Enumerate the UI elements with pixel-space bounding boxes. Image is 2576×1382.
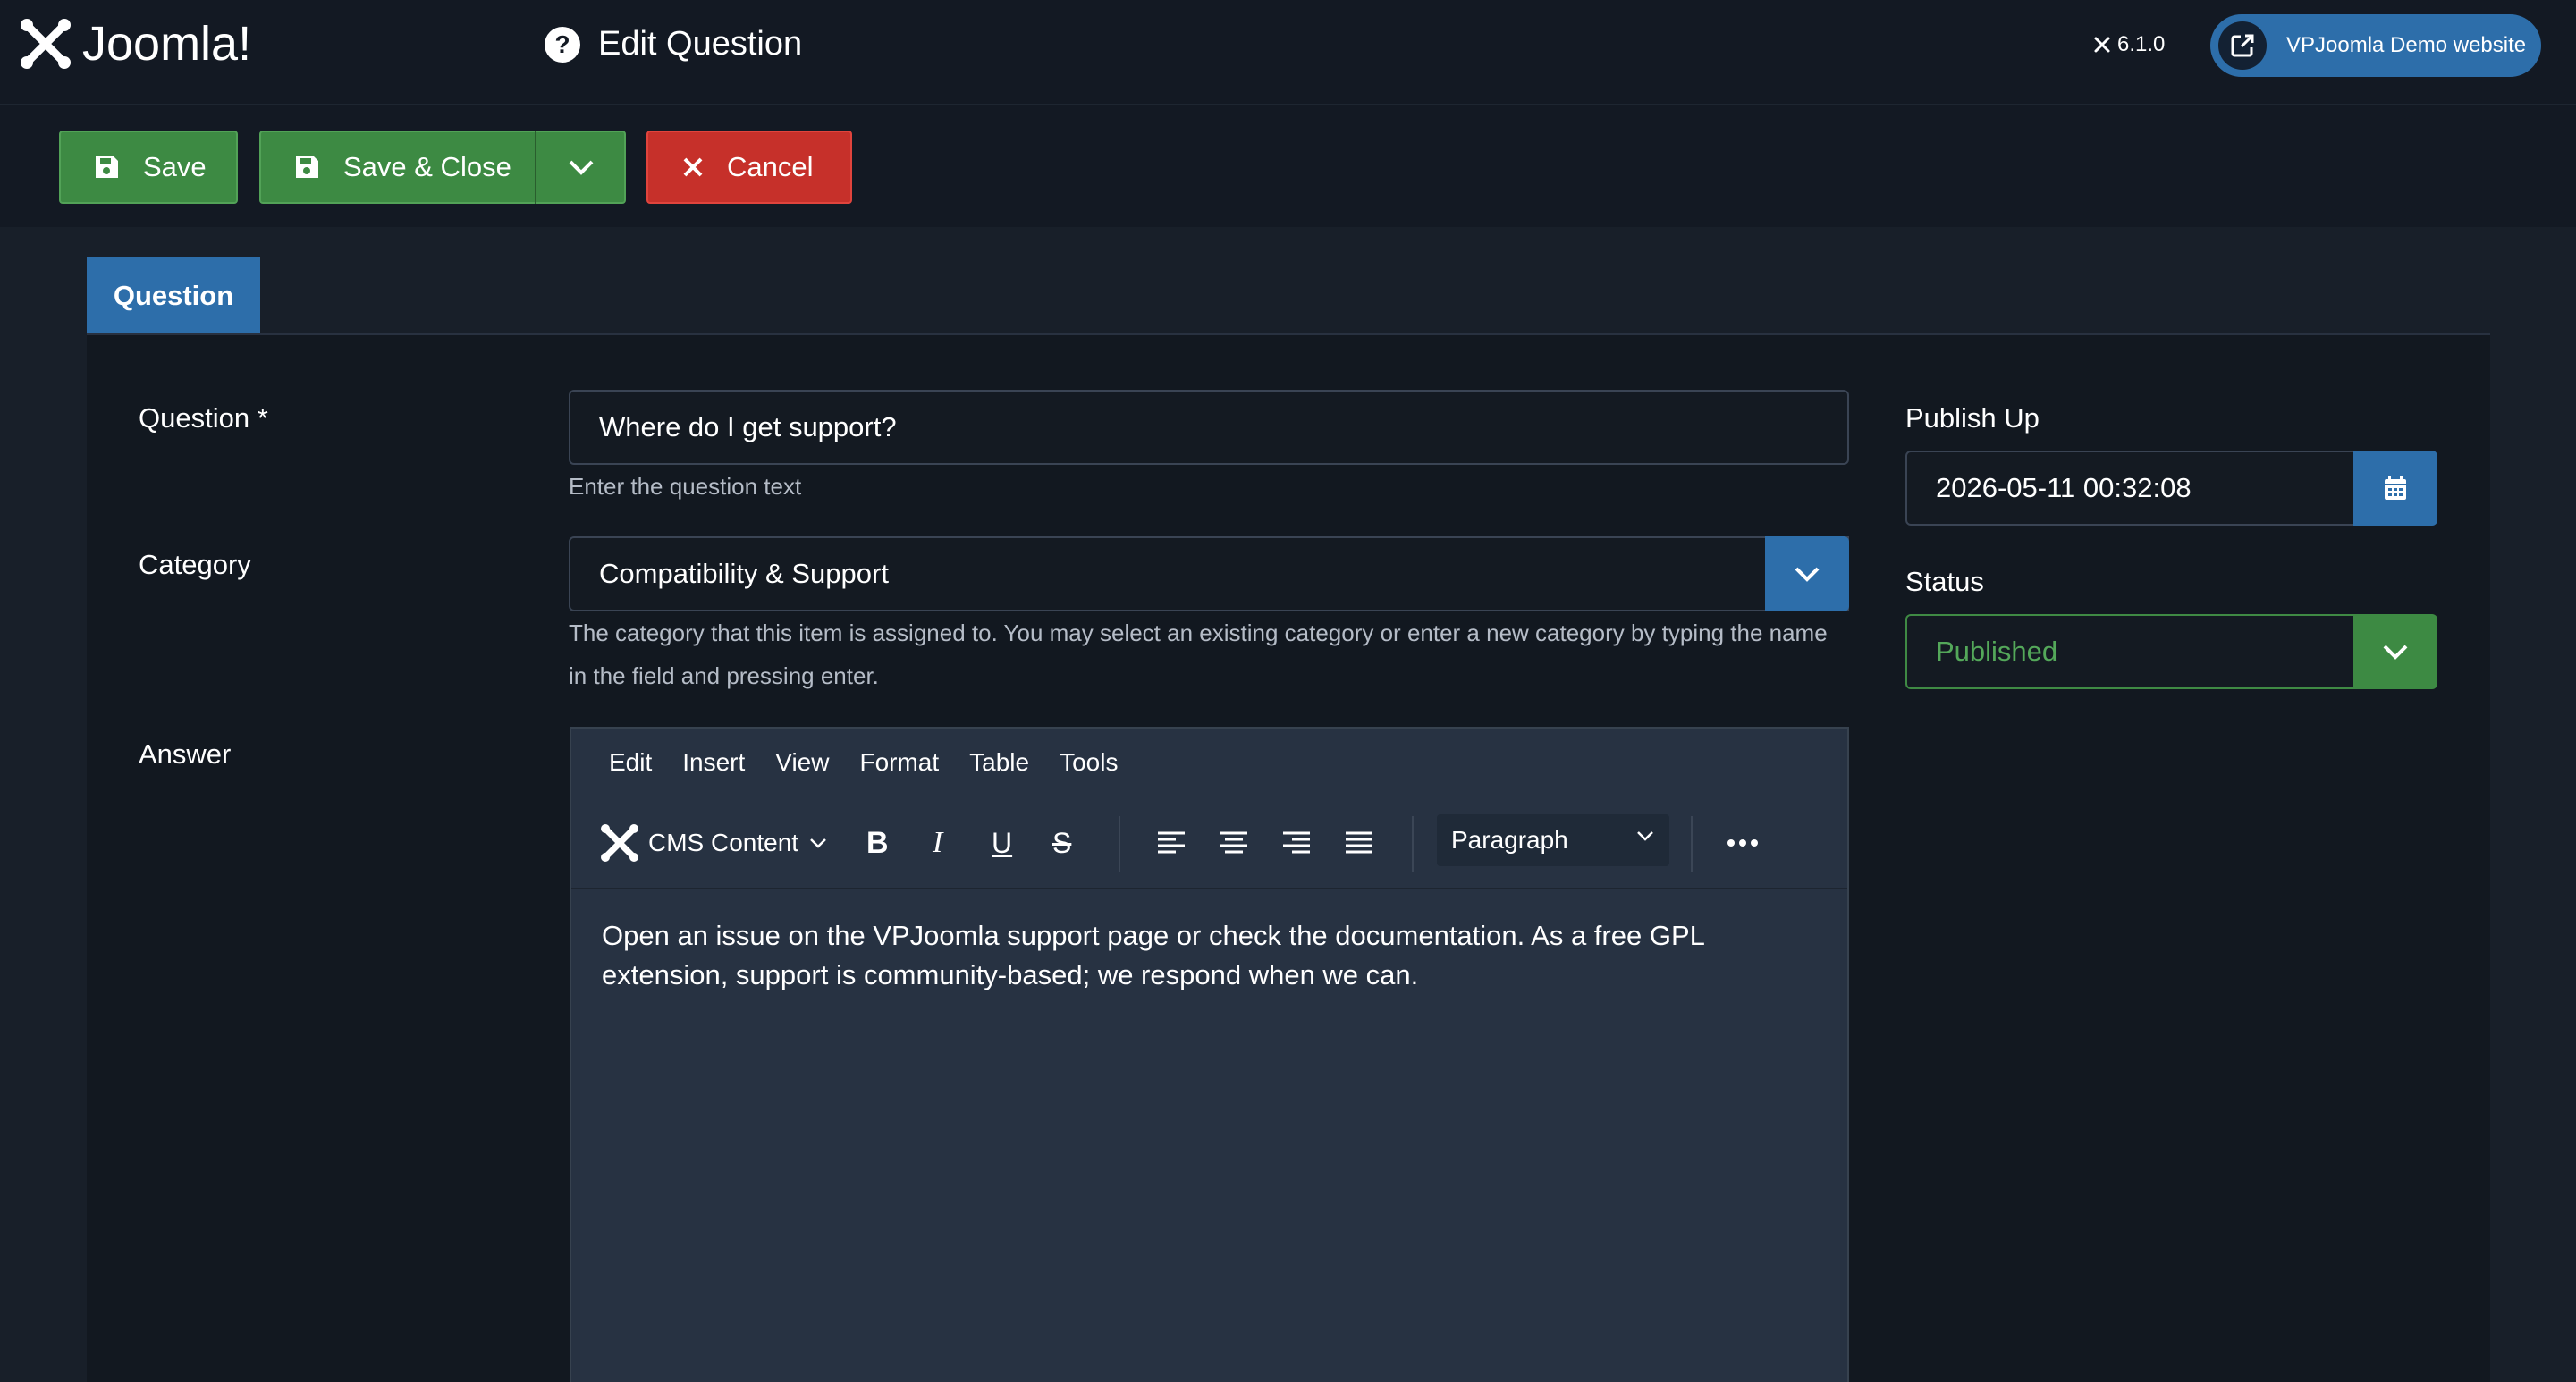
- page-title-area: ? Edit Question: [545, 25, 802, 63]
- tab-question[interactable]: Question: [87, 257, 260, 334]
- editor-menu-edit[interactable]: Edit: [609, 748, 652, 777]
- category-value: Compatibility & Support: [599, 558, 889, 589]
- cms-content-button[interactable]: CMS Content: [598, 796, 827, 889]
- align-right-button[interactable]: [1281, 796, 1312, 889]
- chevron-down-icon: [569, 160, 594, 175]
- align-right-icon: [1283, 831, 1310, 854]
- cms-content-label: CMS Content: [648, 829, 799, 856]
- category-label: Category: [139, 549, 251, 580]
- joomla-logo[interactable]: Joomla!: [18, 16, 251, 72]
- editor-menubar: Edit Insert View Format Table Tools: [571, 729, 1847, 796]
- strikethrough-button[interactable]: S: [1052, 796, 1071, 889]
- align-center-icon: [1220, 831, 1247, 854]
- align-center-button[interactable]: [1219, 796, 1249, 889]
- more-tools-button[interactable]: [1727, 796, 1759, 889]
- chevron-down-icon: [810, 838, 826, 848]
- version-text: 6.1.0: [2117, 32, 2166, 56]
- joomla-logo-icon: [21, 19, 71, 69]
- status-label: Status: [1905, 566, 1984, 597]
- italic-button[interactable]: I: [933, 796, 942, 889]
- chevron-down-icon: [1637, 831, 1653, 841]
- editor-menu-format[interactable]: Format: [859, 748, 939, 777]
- align-left-button[interactable]: [1156, 796, 1187, 889]
- save-icon: [93, 154, 120, 181]
- rich-text-editor: Edit Insert View Format Table Tools CMS …: [570, 727, 1849, 1382]
- bold-button[interactable]: B: [866, 796, 889, 889]
- editor-content-text: Open an issue on the VPJoomla support pa…: [602, 920, 1704, 990]
- toolbar-separator: [1412, 816, 1414, 872]
- category-hint: The category that this item is assigned …: [569, 619, 1828, 689]
- editor-content[interactable]: Open an issue on the VPJoomla support pa…: [602, 916, 1818, 995]
- toolbar-separator: [1119, 816, 1120, 872]
- save-options-toggle[interactable]: [536, 131, 626, 204]
- category-select[interactable]: Compatibility & Support: [569, 536, 1849, 611]
- top-header: Joomla! ? Edit Question 6.1.0 VPJoomla D…: [0, 0, 2576, 105]
- joomla-small-icon: [2094, 37, 2110, 53]
- status-value: Published: [1936, 636, 2058, 667]
- cancel-button[interactable]: Cancel: [646, 131, 852, 204]
- editor-menu-table[interactable]: Table: [969, 748, 1029, 777]
- publish-up-input[interactable]: 2026-05-11 00:32:08: [1905, 451, 2355, 526]
- question-circle-icon: ?: [545, 26, 580, 63]
- tab-question-label: Question: [113, 280, 234, 311]
- view-site-button[interactable]: VPJoomla Demo website: [2210, 14, 2541, 77]
- block-format-select[interactable]: Paragraph: [1437, 814, 1669, 866]
- editor-toolbar: CMS Content B I U S Paragraph: [571, 796, 1847, 889]
- chevron-down-icon: [1795, 567, 1820, 582]
- underline-glyph: U: [992, 826, 1013, 859]
- question-hint: Enter the question text: [569, 473, 802, 500]
- question-label: Question *: [139, 402, 268, 434]
- more-horizontal-icon: [1727, 839, 1758, 847]
- calendar-icon: [2385, 476, 2406, 500]
- joomla-logo-icon: [601, 824, 638, 862]
- answer-label: Answer: [139, 738, 232, 770]
- align-justify-button[interactable]: [1344, 796, 1374, 889]
- view-site-label: VPJoomla Demo website: [2286, 33, 2527, 57]
- version-badge: 6.1.0: [2092, 32, 2165, 57]
- toolbar-separator: [1691, 816, 1693, 872]
- cancel-label: Cancel: [727, 151, 814, 182]
- save-button[interactable]: Save: [59, 131, 238, 204]
- save-close-icon: [293, 154, 320, 181]
- external-link-icon: [2218, 21, 2267, 70]
- page-title: Edit Question: [598, 25, 803, 63]
- block-format-value: Paragraph: [1451, 826, 1568, 854]
- align-justify-icon: [1346, 831, 1372, 854]
- brand-name: Joomla!: [82, 17, 252, 71]
- editor-menu-view[interactable]: View: [775, 748, 829, 777]
- question-value: Where do I get support?: [599, 411, 897, 442]
- question-input[interactable]: Where do I get support?: [569, 390, 1849, 465]
- status-select[interactable]: Published: [1905, 614, 2355, 689]
- underline-button[interactable]: U: [992, 796, 1012, 889]
- category-dropdown-toggle[interactable]: [1765, 536, 1849, 611]
- editor-menu-insert[interactable]: Insert: [682, 748, 745, 777]
- publish-up-value: 2026-05-11 00:32:08: [1936, 472, 2192, 503]
- status-dropdown-toggle[interactable]: [2353, 614, 2437, 689]
- chevron-down-icon: [2383, 645, 2408, 660]
- save-label: Save: [143, 151, 207, 182]
- save-close-label: Save & Close: [343, 151, 511, 182]
- align-left-icon: [1158, 831, 1185, 854]
- bold-glyph: B: [866, 825, 889, 860]
- italic-glyph: I: [933, 826, 943, 859]
- close-icon: [682, 156, 704, 178]
- publish-up-label: Publish Up: [1905, 402, 2040, 434]
- calendar-button[interactable]: [2353, 451, 2437, 526]
- editor-menu-tools[interactable]: Tools: [1060, 748, 1118, 777]
- strikethrough-glyph: S: [1052, 826, 1072, 859]
